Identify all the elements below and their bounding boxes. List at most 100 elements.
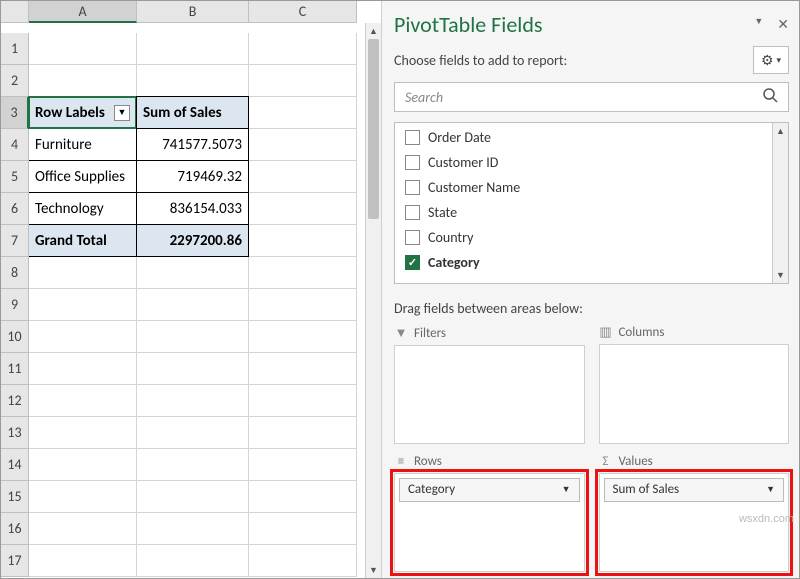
scroll-up-icon[interactable]: ▲ (776, 123, 785, 139)
pivot-value[interactable]: 719469.32 (136, 160, 249, 193)
cell[interactable] (29, 513, 137, 545)
values-field-pill[interactable]: Sum of Sales ▼ (604, 478, 785, 502)
row-header[interactable]: 9 (1, 289, 29, 321)
field-list-layout-button[interactable]: ⚙ ▾ (753, 46, 789, 74)
field-search-input[interactable]: Search (394, 82, 789, 112)
cell[interactable] (249, 449, 357, 481)
col-header-b[interactable]: B (137, 1, 249, 23)
row-header[interactable]: 12 (1, 385, 29, 417)
cell[interactable] (137, 417, 249, 449)
cell[interactable] (137, 481, 249, 513)
cell[interactable] (137, 33, 249, 65)
scroll-thumb[interactable] (368, 39, 379, 219)
cell[interactable] (249, 33, 357, 65)
cell[interactable] (249, 385, 357, 417)
cell[interactable] (249, 353, 357, 385)
cell[interactable] (29, 545, 137, 577)
cell[interactable] (137, 449, 249, 481)
row-header[interactable]: 3 (1, 97, 29, 129)
cell[interactable] (29, 449, 137, 481)
pivot-row-labels-header[interactable]: Row Labels ▼ (28, 96, 137, 129)
checkbox-icon[interactable] (405, 155, 420, 170)
close-icon[interactable]: ✕ (777, 16, 789, 33)
col-header-a[interactable]: A (29, 1, 137, 23)
cell[interactable] (137, 545, 249, 577)
row-header[interactable]: 1 (1, 33, 29, 65)
row-header[interactable]: 11 (1, 353, 29, 385)
sheet-vertical-scrollbar[interactable]: ▲ ▼ (365, 23, 381, 578)
field-item-customer-id[interactable]: Customer ID (399, 150, 784, 175)
row-header[interactable]: 14 (1, 449, 29, 481)
scroll-down-icon[interactable]: ▼ (776, 267, 785, 283)
row-header[interactable]: 7 (1, 225, 29, 257)
cell[interactable] (137, 289, 249, 321)
checkbox-icon[interactable] (405, 130, 420, 145)
col-header-c[interactable]: C (249, 1, 357, 23)
field-item-country[interactable]: Country (399, 225, 784, 250)
field-item-state[interactable]: State (399, 200, 784, 225)
checkbox-icon[interactable] (405, 180, 420, 195)
cell[interactable] (249, 321, 357, 353)
cell[interactable] (137, 385, 249, 417)
field-item-category[interactable]: ✓ Category (399, 250, 784, 275)
row-header[interactable]: 13 (1, 417, 29, 449)
scroll-down-icon[interactable]: ▼ (369, 562, 378, 578)
cell[interactable] (29, 257, 137, 289)
cell[interactable] (249, 481, 357, 513)
cell[interactable] (29, 385, 137, 417)
select-all-corner[interactable] (1, 1, 29, 23)
row-header[interactable]: 10 (1, 321, 29, 353)
cell[interactable] (249, 289, 357, 321)
row-header[interactable]: 16 (1, 513, 29, 545)
checkbox-icon[interactable] (405, 230, 420, 245)
cell[interactable] (137, 65, 249, 97)
row-header[interactable]: 8 (1, 257, 29, 289)
cell[interactable] (249, 225, 357, 257)
pivot-row-label[interactable]: Technology (28, 192, 137, 225)
row-header[interactable]: 17 (1, 545, 29, 577)
cell[interactable] (137, 513, 249, 545)
cell[interactable] (249, 193, 357, 225)
cell[interactable] (29, 65, 137, 97)
cell[interactable] (29, 321, 137, 353)
row-header[interactable]: 5 (1, 161, 29, 193)
cell[interactable] (29, 353, 137, 385)
checkbox-icon[interactable] (405, 205, 420, 220)
pivot-value[interactable]: 836154.033 (136, 192, 249, 225)
chevron-down-icon[interactable]: ▼ (562, 484, 571, 495)
row-labels-filter-button[interactable]: ▼ (114, 105, 130, 121)
pivot-value[interactable]: 741577.5073 (136, 128, 249, 161)
pivot-row-label[interactable]: Furniture (28, 128, 137, 161)
row-header[interactable]: 15 (1, 481, 29, 513)
cell[interactable] (249, 513, 357, 545)
filters-drop-zone[interactable] (394, 345, 585, 444)
field-item-customer-name[interactable]: Customer Name (399, 175, 784, 200)
chevron-down-icon[interactable]: ▼ (766, 484, 775, 495)
rows-field-pill[interactable]: Category ▼ (399, 478, 580, 502)
cell[interactable] (249, 257, 357, 289)
row-header[interactable]: 4 (1, 129, 29, 161)
pivot-values-header[interactable]: Sum of Sales (136, 96, 249, 129)
field-item-order-date[interactable]: Order Date (399, 125, 784, 150)
cell[interactable] (29, 33, 137, 65)
scroll-up-icon[interactable]: ▲ (369, 23, 378, 39)
worksheet[interactable]: A B C 1 2 3 Row Labels ▼ Sum of Sales (1, 1, 381, 578)
cell[interactable] (249, 161, 357, 193)
columns-drop-zone[interactable] (599, 344, 790, 444)
rows-drop-zone[interactable]: Category ▼ (394, 473, 585, 573)
pivot-grand-total-value[interactable]: 2297200.86 (136, 224, 249, 257)
pivot-grand-total-label[interactable]: Grand Total (28, 224, 137, 257)
cell[interactable] (249, 65, 357, 97)
checkbox-checked-icon[interactable]: ✓ (405, 255, 420, 270)
pivot-row-label[interactable]: Office Supplies (28, 160, 137, 193)
cell[interactable] (29, 481, 137, 513)
row-header[interactable]: 6 (1, 193, 29, 225)
cell[interactable] (137, 257, 249, 289)
cell[interactable] (249, 97, 357, 129)
cell[interactable] (249, 545, 357, 577)
field-list-scrollbar[interactable]: ▲ ▼ (772, 123, 788, 283)
cell[interactable] (137, 353, 249, 385)
cell[interactable] (249, 417, 357, 449)
cell[interactable] (29, 289, 137, 321)
cell[interactable] (137, 321, 249, 353)
